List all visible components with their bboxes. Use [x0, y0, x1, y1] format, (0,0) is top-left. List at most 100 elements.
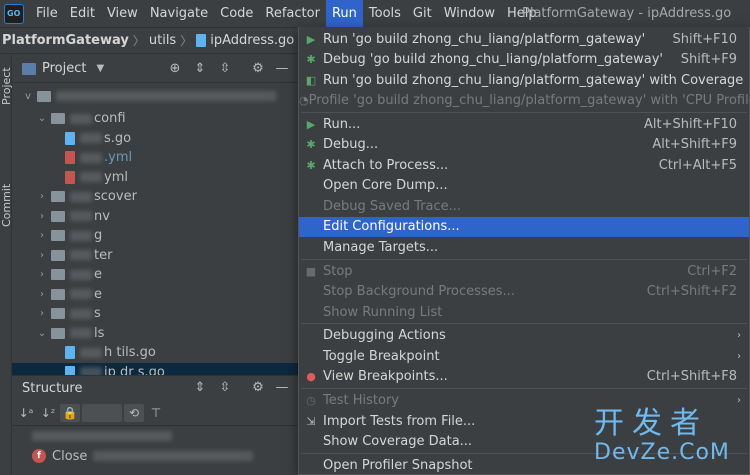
run-menu-item[interactable]: Toggle Breakpoint ›	[299, 346, 749, 367]
tree-item[interactable]: h tils.go	[12, 343, 300, 363]
menu-run[interactable]: Run	[325, 0, 363, 27]
menu-window[interactable]: Window	[438, 0, 501, 27]
chevron-right-icon[interactable]: ›	[36, 265, 48, 285]
chevron-down-icon[interactable]: v	[22, 91, 34, 102]
structure-panel-title[interactable]: Structure	[22, 381, 82, 396]
side-tab-commit[interactable]: Commit	[0, 175, 13, 235]
shortcut-label: Ctrl+Shift+F2	[646, 284, 737, 300]
structure-row[interactable]	[12, 426, 300, 446]
gear-icon[interactable]: ⚙	[250, 380, 266, 396]
expand-all-icon[interactable]: ⇕	[192, 380, 208, 396]
tree-item[interactable]: › s	[12, 304, 300, 324]
menu-separator	[301, 112, 747, 113]
tree-item[interactable]: ⌄ ls	[12, 324, 300, 344]
breadcrumb-file[interactable]: ipAddress.go	[210, 33, 294, 48]
menu-tools[interactable]: Tools	[363, 0, 407, 27]
target-icon[interactable]: ⊕	[167, 61, 183, 77]
app-logo-icon	[4, 3, 24, 24]
show-inherited-icon[interactable]: ⟲	[124, 403, 144, 422]
gear-icon[interactable]: ⚙	[250, 61, 266, 77]
chevron-down-icon[interactable]: ⌄	[36, 109, 48, 129]
tree-item-label: h tils.go	[104, 345, 156, 360]
run-menu-item[interactable]: ✱ Debug... Alt+Shift+F9	[299, 135, 749, 156]
tree-item[interactable]: yml	[12, 168, 300, 188]
menu-git[interactable]: Git	[407, 0, 438, 27]
run-menu-item[interactable]: ▶ Run 'go build zhong_chu_liang/platform_…	[299, 29, 749, 50]
structure-row[interactable]: f Close	[12, 446, 300, 466]
run-menu-item: Show Running List	[299, 302, 749, 323]
project-panel-title[interactable]: Project	[42, 61, 86, 76]
tree-item[interactable]: › nv	[12, 207, 300, 227]
menu-navigate[interactable]: Navigate	[144, 0, 214, 27]
collapse-all-icon[interactable]: ⇳	[217, 61, 233, 77]
redacted-text	[32, 431, 172, 441]
folder-icon	[51, 269, 65, 281]
watermark-en: DevZe.CoM	[594, 440, 730, 465]
sort-type-icon[interactable]: ↓ᶻ	[38, 404, 58, 422]
chevron-right-icon: 〉	[180, 34, 193, 48]
menu-file[interactable]: File	[30, 0, 64, 27]
run-icon: ▶	[306, 32, 316, 46]
shortcut-label: Alt+Shift+F9	[652, 137, 737, 153]
sort-alpha-icon[interactable]: ↓ᵃ	[16, 404, 36, 422]
chevron-right-icon[interactable]: ›	[36, 226, 48, 246]
tree-item-label: ter	[94, 247, 113, 263]
expand-all-icon[interactable]: ⇕	[192, 61, 208, 77]
run-menu-item[interactable]: ◧ Run 'go build zhong_chu_liang/platform_…	[299, 70, 749, 91]
show-fields-button[interactable]	[82, 403, 122, 422]
run-menu-item[interactable]: Debugging Actions ›	[299, 326, 749, 347]
chevron-right-icon: ›	[737, 330, 741, 342]
run-menu-item[interactable]: ✱ Debug 'go build zhong_chu_liang/platfor…	[299, 50, 749, 71]
menu-view[interactable]: View	[101, 0, 144, 27]
chevron-right-icon[interactable]: ›	[36, 187, 48, 207]
menu-code[interactable]: Code	[214, 0, 259, 27]
redacted-text	[70, 328, 92, 339]
menu-edit[interactable]: Edit	[64, 0, 101, 27]
run-icon: ▶	[306, 117, 316, 131]
collapse-all-icon[interactable]: ⇳	[217, 380, 233, 396]
run-menu-item[interactable]: ✱ Attach to Process... Ctrl+Alt+F5	[299, 155, 749, 176]
structure-item-label: Close	[52, 448, 88, 464]
folder-icon	[51, 327, 65, 339]
run-menu-item[interactable]: Edit Configurations...	[299, 216, 749, 238]
tree-item[interactable]: › e	[12, 285, 300, 305]
run-menu-item[interactable]: ● View Breakpoints... Ctrl+Shift+F8	[299, 367, 749, 388]
tree-item[interactable]: › scover	[12, 187, 300, 207]
tree-item[interactable]: .yml	[12, 148, 300, 168]
yml-file-icon	[65, 170, 75, 184]
breadcrumb-project[interactable]: PlatformGateway	[2, 33, 129, 48]
chevron-right-icon[interactable]: ›	[36, 207, 48, 227]
run-menu-item-label: Debug Saved Trace...	[323, 198, 462, 214]
tree-item[interactable]: s.go	[12, 129, 300, 149]
chevron-right-icon: ›	[737, 395, 741, 407]
run-menu-item[interactable]: ▶ Run... Alt+Shift+F10	[299, 114, 749, 135]
tree-item[interactable]: ⌄ confi	[12, 109, 300, 129]
folder-icon	[51, 113, 65, 125]
project-root-row[interactable]: v	[12, 83, 300, 109]
run-menu-item[interactable]: Manage Targets...	[299, 237, 749, 258]
minimize-icon[interactable]: —	[274, 380, 290, 396]
tree-item[interactable]: › g	[12, 226, 300, 246]
chevron-down-icon[interactable]: ▼	[96, 63, 104, 74]
tree-item-label: g	[94, 228, 103, 243]
minimize-icon[interactable]: —	[274, 61, 290, 77]
menu-items: File Edit View Navigate Code Refactor Run Tools…	[30, 0, 543, 27]
shortcut-label: Shift+F9	[680, 52, 737, 68]
tree-item[interactable]: › ter	[12, 246, 300, 266]
shortcut-label: Alt+Shift+F10	[644, 116, 737, 132]
chevron-right-icon[interactable]: ›	[36, 246, 48, 266]
chevron-right-icon[interactable]: ›	[36, 285, 48, 305]
side-tab-project[interactable]: Project	[0, 61, 13, 111]
autoscroll-icon[interactable]: ⊤	[146, 404, 166, 422]
chevron-down-icon[interactable]: ⌄	[36, 324, 48, 344]
folder-icon	[51, 191, 65, 203]
lock-icon[interactable]: 🔒	[60, 403, 80, 422]
chevron-right-icon[interactable]: ›	[36, 304, 48, 324]
run-menu-item-label: Run...	[323, 116, 361, 132]
tree-item-label: nv	[94, 208, 110, 224]
breadcrumb-folder[interactable]: utils	[149, 33, 176, 48]
tree-item-label: ls	[94, 325, 105, 341]
tree-item[interactable]: › e	[12, 265, 300, 285]
menu-refactor[interactable]: Refactor	[259, 0, 326, 27]
run-menu-item[interactable]: Open Core Dump...	[299, 176, 749, 197]
